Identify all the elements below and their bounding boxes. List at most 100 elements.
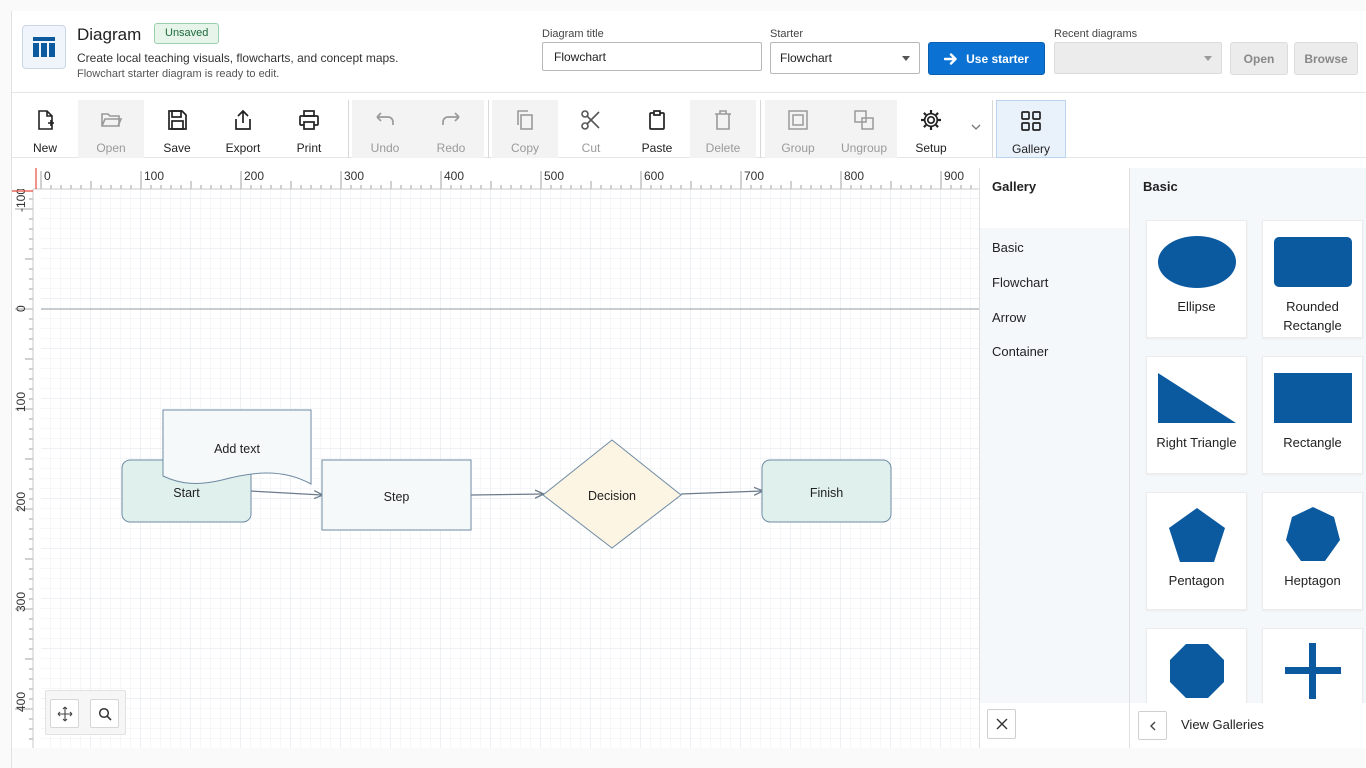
save-button[interactable]: Save bbox=[144, 100, 210, 158]
gallery-category-panel: Gallery Basic Flowchart Arrow Container bbox=[979, 168, 1130, 748]
close-icon bbox=[996, 718, 1007, 730]
browse-button[interactable]: Browse bbox=[1294, 42, 1358, 75]
right-triangle-icon bbox=[1157, 373, 1236, 423]
shape-rectangle[interactable]: Rectangle bbox=[1262, 356, 1363, 474]
save-label: Save bbox=[163, 141, 191, 155]
flow-node-note[interactable]: Add text bbox=[162, 409, 312, 485]
zoom-button[interactable] bbox=[90, 699, 119, 728]
app-window: Diagram Unsaved Create local teaching vi… bbox=[11, 11, 1366, 768]
new-label: New bbox=[32, 141, 57, 155]
ruler-x-label: 300 bbox=[344, 169, 364, 183]
ungroup-label: Ungroup bbox=[840, 141, 888, 155]
use-starter-button[interactable]: Use starter bbox=[928, 42, 1045, 75]
diagram-canvas[interactable]: 0 100 200 300 400 500 600 700 800 900 -100 0 100 200… bbox=[12, 168, 979, 748]
export-label: Export bbox=[225, 141, 261, 155]
diagram-title-label: Diagram title bbox=[542, 28, 604, 40]
chevron-left-icon bbox=[1149, 721, 1155, 730]
gallery-category-arrow[interactable]: Arrow bbox=[992, 310, 1026, 325]
chevron-down-icon bbox=[1204, 56, 1212, 61]
starter-select[interactable]: Flowchart bbox=[770, 42, 920, 74]
ruler-y-label: 200 bbox=[14, 492, 28, 512]
ruler-x-label: 400 bbox=[444, 169, 464, 183]
gear-icon bbox=[921, 110, 941, 130]
flow-node-step[interactable]: Step bbox=[321, 459, 472, 531]
open-label: Open bbox=[96, 141, 126, 155]
shape-right-triangle[interactable]: Right Triangle bbox=[1146, 356, 1247, 474]
toolbar: New Open Save Export Print Undo Redo Cop… bbox=[12, 100, 1366, 158]
header: Diagram Unsaved Create local teaching vi… bbox=[12, 11, 1366, 93]
gallery-category-basic[interactable]: Basic bbox=[992, 240, 1024, 255]
copy-label: Copy bbox=[510, 141, 539, 155]
node-label: Start bbox=[173, 486, 200, 500]
shape-label: Heptagon bbox=[1284, 573, 1341, 588]
gallery-shapes-panel: Basic Ellipse Rounded Rectangle Right Tr… bbox=[1129, 168, 1366, 748]
undo-label: Undo bbox=[370, 141, 400, 155]
folder-open-icon bbox=[101, 113, 123, 127]
shape-pentagon[interactable]: Pentagon bbox=[1146, 492, 1247, 610]
group-label: Group bbox=[781, 141, 815, 155]
cut-button[interactable]: Cut bbox=[558, 100, 624, 158]
ungroup-button[interactable]: Ungroup bbox=[831, 100, 897, 158]
ungroup-icon bbox=[854, 110, 874, 130]
vertical-ruler: -1000100200300400 bbox=[12, 188, 34, 748]
horizontal-ruler: 0 100 200 300 400 500 600 700 800 900 bbox=[33, 168, 979, 190]
node-label: Add text bbox=[214, 442, 260, 456]
starter-label: Starter bbox=[770, 28, 804, 40]
diagram-title-input[interactable] bbox=[542, 42, 762, 71]
pan-button[interactable] bbox=[50, 699, 79, 728]
printer-icon bbox=[299, 110, 319, 130]
node-label: Step bbox=[384, 490, 410, 504]
recent-diagrams-select[interactable] bbox=[1054, 42, 1222, 74]
move-icon bbox=[57, 706, 72, 721]
rectangle-icon bbox=[1273, 373, 1352, 423]
toolbar-divider bbox=[488, 100, 489, 158]
node-label: Finish bbox=[810, 486, 843, 500]
flow-node-finish[interactable]: Finish bbox=[761, 459, 892, 523]
copy-icon bbox=[517, 110, 533, 130]
arrow-right-icon bbox=[944, 52, 957, 65]
new-button[interactable]: New bbox=[12, 100, 78, 158]
toolbar-divider bbox=[348, 100, 349, 158]
print-button[interactable]: Print bbox=[276, 100, 342, 158]
view-galleries-link[interactable]: View Galleries bbox=[1181, 717, 1264, 732]
copy-button[interactable]: Copy bbox=[492, 100, 558, 158]
toolbar-divider bbox=[760, 100, 761, 158]
redo-button[interactable]: Redo bbox=[418, 100, 484, 158]
clipboard-icon bbox=[649, 110, 665, 130]
undo-button[interactable]: Undo bbox=[352, 100, 418, 158]
undo-icon bbox=[376, 112, 394, 125]
rounded-rectangle-icon bbox=[1273, 237, 1352, 287]
gallery-section-title: Basic bbox=[1143, 179, 1178, 194]
close-gallery-button[interactable] bbox=[987, 709, 1016, 739]
gallery-button[interactable]: Gallery bbox=[996, 100, 1066, 158]
ruler-y-label: 400 bbox=[14, 692, 28, 712]
export-button[interactable]: Export bbox=[210, 100, 276, 158]
scissors-icon bbox=[581, 110, 600, 130]
canvas-drawing[interactable]: 0 100 200 300 400 500 600 700 800 900 -1000100200… bbox=[12, 168, 979, 748]
setup-button[interactable]: Setup bbox=[898, 100, 964, 158]
delete-label: Delete bbox=[705, 141, 741, 155]
unsaved-badge: Unsaved bbox=[154, 23, 220, 44]
heptagon-icon bbox=[1285, 507, 1340, 561]
shape-heptagon[interactable]: Heptagon bbox=[1262, 492, 1363, 610]
group-icon bbox=[788, 110, 808, 130]
ruler-x-label: 200 bbox=[244, 169, 264, 183]
shape-rounded-rectangle[interactable]: Rounded Rectangle bbox=[1262, 220, 1363, 338]
open-recent-button[interactable]: Open bbox=[1230, 42, 1288, 75]
app-logo-icon bbox=[22, 25, 66, 69]
group-button[interactable]: Group bbox=[765, 100, 831, 158]
grid-icon bbox=[1021, 111, 1041, 131]
gallery-category-flowchart[interactable]: Flowchart bbox=[992, 275, 1048, 290]
new-file-icon bbox=[38, 110, 54, 130]
delete-button[interactable]: Delete bbox=[690, 100, 756, 158]
ruler-x-label: 700 bbox=[744, 169, 764, 183]
app-description: Create local teaching visuals, flowchart… bbox=[77, 51, 399, 65]
back-button[interactable] bbox=[1138, 711, 1167, 740]
open-button[interactable]: Open bbox=[78, 100, 144, 158]
shape-ellipse[interactable]: Ellipse bbox=[1146, 220, 1247, 338]
chevron-down-icon[interactable] bbox=[970, 120, 982, 132]
paste-button[interactable]: Paste bbox=[624, 100, 690, 158]
gallery-category-container[interactable]: Container bbox=[992, 344, 1048, 359]
canvas-navigation bbox=[45, 690, 126, 735]
recent-diagrams-label: Recent diagrams bbox=[1054, 28, 1138, 40]
